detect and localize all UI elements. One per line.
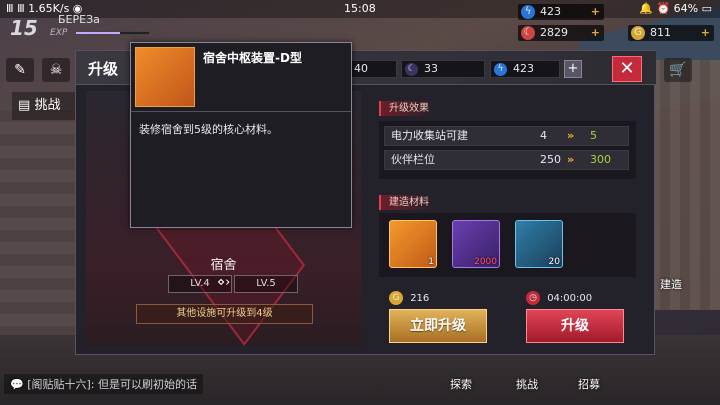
energy-icon: ϟ [521, 5, 535, 19]
upgrade-note: 其他设施可升级到4级 [136, 304, 313, 324]
resource-moon: ☾ 2829 + [518, 25, 604, 41]
house-left-decoration [0, 110, 80, 350]
effect-list: 电力收集站可建 4 » 5 伙伴栏位 250 » 300 [379, 121, 636, 179]
moon-icon: ☾ [521, 26, 535, 40]
effect-row: 电力收集站可建 4 » 5 [384, 126, 629, 146]
close-button[interactable]: ✕ [612, 56, 642, 82]
cost-moon: ☾ 33 [401, 60, 485, 78]
material-count: 2000 [474, 257, 497, 267]
instant-cost: G 216 [389, 291, 429, 305]
challenge-button[interactable]: 挑战 [506, 370, 548, 400]
player-name: БЕРЕЗа [58, 13, 100, 26]
upgrade-button[interactable]: 升级 [526, 309, 624, 343]
material-count: 20 [548, 257, 560, 267]
core-device-item-icon[interactable]: 1 [389, 220, 437, 268]
energy-icon: ϟ [494, 63, 507, 76]
gold-icon: G [389, 291, 403, 305]
material-section-tag: 建造材料 [379, 195, 437, 210]
level-to: LV.5 [234, 275, 298, 293]
recruit-button[interactable]: 招募 [568, 370, 610, 400]
chat-message: [阁贴贴十六]: 但是可以刷初始的话 [27, 378, 197, 391]
challenge-label: 挑战 [34, 98, 61, 113]
chat-bar[interactable]: 💬 [阁贴贴十六]: 但是可以刷初始的话 [4, 374, 203, 394]
document-icon: ▤ [18, 98, 31, 113]
tooltip-title: 宿舍中枢装置-D型 [203, 51, 302, 65]
explore-button[interactable]: 探索 [440, 370, 482, 400]
cost-value: 423 [513, 62, 534, 75]
exp-bar [75, 31, 150, 35]
chat-icon: 💬 [10, 378, 24, 391]
cost-value: 40 [354, 62, 368, 75]
shop-cart-icon[interactable]: 🛒 [664, 58, 692, 82]
add-energy-button[interactable]: + [591, 4, 600, 20]
effect-old-value: 250 [540, 153, 561, 166]
moon-icon: ☾ [405, 63, 418, 76]
timer-value: 04:00:00 [547, 293, 593, 304]
player-level: 15 [10, 16, 38, 40]
build-button[interactable]: 建造 [650, 270, 692, 300]
material-list: 1 2000 20 [379, 213, 636, 277]
dialog-title: 升级 [88, 60, 119, 78]
add-moon-button[interactable]: + [591, 25, 600, 41]
effect-name: 电力收集站可建 [391, 129, 468, 142]
instant-upgrade-button[interactable]: 立即升级 [389, 309, 487, 343]
double-arrow-icon: » [567, 129, 575, 142]
resource-gold: G 811 + [628, 25, 714, 41]
resource-value: 2829 [540, 26, 568, 39]
challenge-side-button[interactable]: ▤ 挑战 [12, 92, 78, 120]
instant-cost-value: 216 [410, 293, 430, 304]
tooltip-description: 装修宿舍到5级的核心材料。 [139, 123, 278, 136]
effect-new-value: 5 [590, 129, 597, 142]
cost-value: 33 [424, 62, 438, 75]
battery-status: 🔔 ⏰ 64% ▭ [639, 2, 712, 15]
arrow-right-icon: ⋄› [217, 275, 231, 290]
resource-value: 423 [540, 5, 561, 18]
building-name: 宿舍 [210, 258, 237, 273]
skull-icon[interactable]: ☠ [42, 58, 70, 82]
expand-icon[interactable]: + [564, 60, 582, 78]
moon-item-icon[interactable]: 20 [515, 220, 563, 268]
upgrade-timer: ◷ 04:00:00 [526, 291, 592, 305]
edit-icon[interactable]: ✎ [6, 58, 34, 82]
clock-icon: ◷ [526, 291, 540, 305]
item-tooltip: 宿舍中枢装置-D型 装修宿舍到5级的核心材料。 [130, 42, 352, 228]
effect-row: 伙伴栏位 250 » 300 [384, 150, 629, 170]
effect-section-tag: 升级效果 [379, 101, 437, 116]
gold-icon: G [631, 26, 645, 40]
double-arrow-icon: » [567, 153, 575, 166]
add-gold-button[interactable]: + [701, 25, 710, 41]
exp-label: EXP [50, 28, 68, 38]
material-count: 1 [428, 257, 434, 267]
system-status-bar: Ⅲ Ⅲ 1.65K/s ◉ 15:08 🔔 ⏰ 64% ▭ [0, 0, 720, 18]
core-device-item-icon [135, 47, 195, 107]
resource-value: 811 [650, 26, 671, 39]
tower-item-icon[interactable]: 2000 [452, 220, 500, 268]
resource-energy: ϟ 423 + [518, 4, 604, 20]
clock: 15:08 [344, 2, 376, 15]
effect-name: 伙伴栏位 [391, 153, 435, 166]
cost-energy: ϟ 423 [490, 60, 560, 78]
effect-new-value: 300 [590, 153, 611, 166]
tooltip-divider [131, 111, 351, 112]
effect-old-value: 4 [540, 129, 547, 142]
exp-bar-fill [76, 32, 120, 34]
close-icon: ✕ [619, 58, 635, 79]
